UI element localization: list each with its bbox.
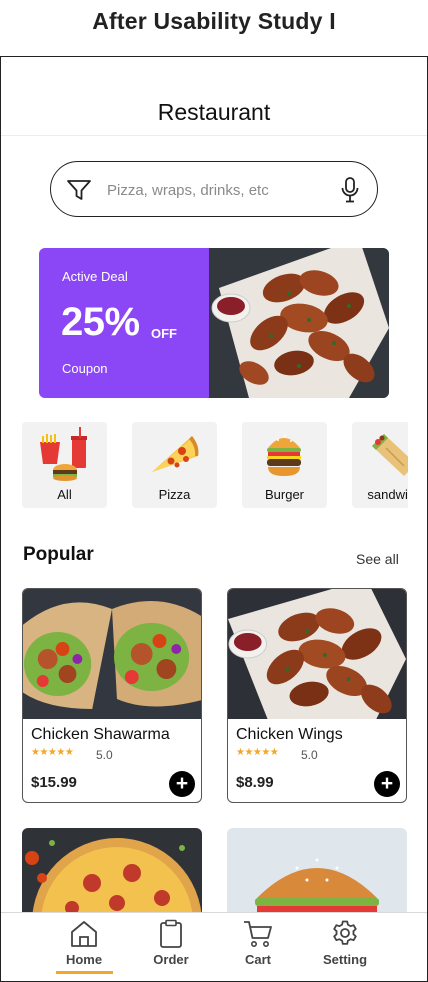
category-row: All Pizza Burger sandwi	[22, 422, 408, 508]
deal-label: Active Deal	[62, 269, 128, 284]
product-card-chicken-wings[interactable]: Chicken Wings ★★★★★ 5.0 $8.99 +	[227, 588, 407, 803]
category-all[interactable]: All	[22, 422, 107, 508]
nav-label: Order	[153, 952, 189, 967]
product-price: $15.99	[31, 774, 77, 791]
product-name: Chicken Shawarma	[31, 726, 170, 743]
nav-order[interactable]: Order	[131, 913, 211, 981]
deal-percent: 25%	[61, 300, 140, 344]
chicken-wings-image	[228, 589, 406, 719]
category-burger[interactable]: Burger	[242, 422, 327, 508]
see-all-link[interactable]: See all	[356, 551, 399, 567]
filter-icon[interactable]	[66, 178, 92, 202]
category-label: sandwich	[367, 487, 408, 502]
cart-icon	[244, 921, 272, 947]
burger-icon	[267, 435, 301, 476]
chicken-wings-deal-image	[209, 248, 389, 398]
add-to-cart-button[interactable]: +	[169, 771, 195, 797]
product-card-chicken-shawarma[interactable]: Chicken Shawarma ★★★★★ 5.0 $15.99 +	[22, 588, 202, 803]
header-divider	[1, 135, 427, 136]
category-pizza[interactable]: Pizza	[132, 422, 217, 508]
category-label: Burger	[264, 487, 305, 502]
star-rating-icon: ★★★★★	[31, 747, 74, 758]
chicken-shawarma-image	[23, 589, 201, 719]
phone-screen: Restaurant Active Deal 25% OFF Coupon	[0, 56, 428, 982]
product-card-pizza[interactable]	[22, 828, 202, 918]
product-price: $8.99	[236, 774, 274, 791]
pizza-slice-icon	[152, 436, 199, 472]
nav-cart[interactable]: Cart	[218, 913, 298, 981]
pizza-image	[22, 828, 202, 918]
product-card-burger[interactable]	[227, 828, 407, 918]
active-deal-banner[interactable]: Active Deal 25% OFF Coupon	[39, 248, 389, 398]
nav-setting[interactable]: Setting	[305, 913, 385, 981]
star-rating-icon: ★★★★★	[236, 747, 279, 758]
bottom-navigation: Home Order Cart Setting	[1, 912, 427, 981]
category-sandwich[interactable]: sandwich	[352, 422, 408, 508]
home-icon	[71, 921, 97, 947]
search-bar	[50, 161, 378, 217]
category-label: All	[57, 487, 72, 502]
rating-value: 5.0	[96, 748, 113, 762]
add-to-cart-button[interactable]: +	[374, 771, 400, 797]
nav-label: Setting	[322, 952, 368, 967]
nav-label: Cart	[244, 952, 271, 967]
active-tab-indicator	[56, 971, 113, 974]
section-title-popular: Popular	[23, 544, 94, 565]
nav-home[interactable]: Home	[44, 913, 124, 981]
study-title: After Usability Study I	[92, 8, 336, 34]
search-input[interactable]	[107, 176, 335, 204]
burger-image	[227, 828, 407, 918]
product-name: Chicken Wings	[236, 726, 343, 743]
wrap-sandwich-icon	[372, 434, 408, 476]
clipboard-icon	[160, 919, 182, 948]
nav-label: Home	[65, 952, 103, 967]
gear-icon	[333, 920, 357, 945]
deal-panel: Active Deal 25% OFF Coupon	[39, 248, 209, 398]
deal-coupon-text: Coupon	[62, 361, 108, 376]
page-title: Restaurant	[157, 99, 271, 125]
microphone-icon[interactable]	[340, 176, 360, 204]
rating-value: 5.0	[301, 748, 318, 762]
fastfood-combo-icon	[40, 427, 87, 481]
category-label: Pizza	[158, 487, 191, 502]
deal-off-text: OFF	[151, 326, 177, 341]
